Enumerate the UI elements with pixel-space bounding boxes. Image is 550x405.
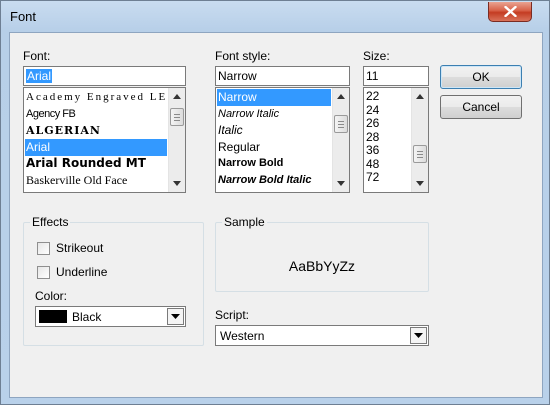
- title-bar[interactable]: Font: [1, 1, 549, 33]
- chevron-down-icon: [171, 314, 180, 319]
- style-scroll-thumb[interactable]: [334, 115, 348, 133]
- style-scroll-down-button[interactable]: [333, 175, 349, 192]
- effects-title: Effects: [30, 215, 71, 229]
- size-list-item[interactable]: 24: [365, 103, 410, 117]
- size-scroll-down-button[interactable]: [412, 175, 428, 192]
- effects-group: Effects Strikeout Underline Color: Black: [23, 215, 204, 346]
- size-value: 11: [366, 69, 379, 83]
- color-select[interactable]: Black: [35, 306, 186, 327]
- size-list-scrollbar[interactable]: [411, 88, 428, 192]
- style-scroll-up-button[interactable]: [333, 88, 349, 105]
- chevron-down-icon: [414, 333, 423, 338]
- arrow-down-icon: [337, 181, 345, 186]
- close-button[interactable]: [488, 2, 532, 22]
- size-list-item[interactable]: 72: [365, 170, 410, 184]
- script-value: Western: [220, 329, 265, 343]
- underline-label: Underline: [56, 265, 108, 279]
- font-style-list-item[interactable]: Narrow Italic: [217, 106, 331, 123]
- font-list-item[interactable]: Baskerville Old Face: [25, 172, 167, 189]
- style-list-scrollbar[interactable]: [332, 88, 349, 192]
- font-name-input[interactable]: Arial: [23, 66, 186, 86]
- ok-button[interactable]: OK: [440, 65, 522, 89]
- font-style-list-item[interactable]: Italic: [217, 122, 331, 139]
- size-list-item[interactable]: 28: [365, 130, 410, 144]
- close-icon: [504, 6, 517, 17]
- font-name-value: Arial: [26, 69, 53, 83]
- dialog-client-area: Font: Arial Academy Engraved LET Plain:1…: [9, 32, 543, 398]
- font-list-scrollbar[interactable]: [168, 88, 185, 192]
- arrow-down-icon: [416, 181, 424, 186]
- color-value: Black: [72, 310, 102, 324]
- font-style-list[interactable]: Narrow Narrow Italic Italic Regular Narrow B…: [215, 87, 350, 193]
- font-style-value: Narrow: [218, 69, 257, 83]
- size-label: Size:: [363, 49, 390, 63]
- sample-group: Sample AaBbYyZz: [215, 215, 429, 292]
- font-list-item[interactable]: Arial: [25, 138, 167, 156]
- size-scroll-thumb[interactable]: [413, 145, 427, 163]
- font-list[interactable]: Academy Engraved LET Plain:1.0Agency FBA…: [23, 87, 186, 193]
- window-title: Font: [10, 9, 37, 24]
- size-list-item[interactable]: 22: [365, 89, 410, 103]
- font-style-list-item[interactable]: Narrow Bold Italic: [217, 172, 331, 189]
- size-input[interactable]: 11: [363, 66, 429, 86]
- sample-preview: AaBbYyZz: [216, 223, 428, 291]
- size-list-item[interactable]: 36: [365, 143, 410, 157]
- arrow-up-icon: [173, 94, 181, 99]
- font-style-list-item[interactable]: Narrow: [217, 89, 331, 106]
- cancel-button[interactable]: Cancel: [440, 95, 522, 119]
- font-style-list-item[interactable]: Narrow Bold: [217, 155, 331, 172]
- script-select[interactable]: Western: [215, 325, 429, 346]
- font-label: Font:: [23, 49, 51, 63]
- font-list-item[interactable]: ALGERIAN: [25, 122, 167, 139]
- font-list-item[interactable]: Agency FB: [25, 106, 167, 123]
- arrow-up-icon: [337, 94, 345, 99]
- font-list-item[interactable]: Arial Rounded MT: [25, 155, 167, 172]
- color-label: Color:: [35, 289, 68, 303]
- strikeout-checkbox[interactable]: [37, 242, 50, 255]
- sample-text: AaBbYyZz: [288, 258, 356, 274]
- font-style-label: Font style:: [215, 49, 271, 63]
- underline-checkbox[interactable]: [37, 266, 50, 279]
- size-list-item[interactable]: 48: [365, 157, 410, 171]
- font-scroll-thumb[interactable]: [170, 108, 184, 126]
- script-label: Script:: [215, 308, 250, 322]
- size-scroll-up-button[interactable]: [412, 88, 428, 105]
- arrow-down-icon: [173, 181, 181, 186]
- color-swatch: [39, 310, 67, 323]
- script-dropdown-button[interactable]: [410, 327, 427, 344]
- font-style-input[interactable]: Narrow: [215, 66, 350, 86]
- strikeout-label: Strikeout: [56, 241, 104, 255]
- font-scroll-up-button[interactable]: [169, 88, 185, 105]
- arrow-up-icon: [416, 94, 424, 99]
- size-list[interactable]: 22 24 26 28 36 48 72: [363, 87, 429, 193]
- font-list-item[interactable]: Academy Engraved LET Plain:1.0: [25, 89, 167, 106]
- font-style-list-item[interactable]: Regular: [217, 139, 331, 156]
- font-dialog-window: Font Font: Arial Academy Engraved LET Pl…: [0, 0, 550, 405]
- color-dropdown-button[interactable]: [167, 308, 184, 325]
- size-list-item[interactable]: 26: [365, 116, 410, 130]
- font-scroll-down-button[interactable]: [169, 175, 185, 192]
